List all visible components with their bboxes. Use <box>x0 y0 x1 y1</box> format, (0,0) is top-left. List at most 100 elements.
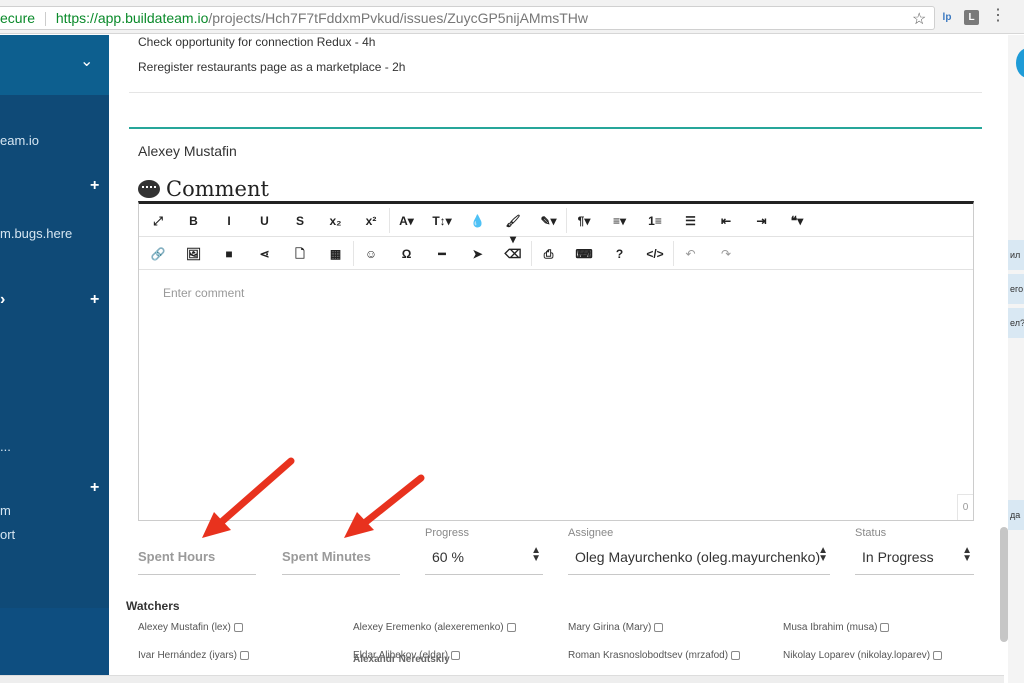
watcher-name: Musa Ibrahim (musa) <box>783 622 878 633</box>
toolbar-button-icon[interactable]: A▾ <box>397 212 417 230</box>
task-item: Check opportunity for connection Redux -… <box>138 35 376 49</box>
comment-bubble-icon <box>138 180 160 198</box>
toolbar-button-icon[interactable]: ≡▾ <box>610 212 630 230</box>
toolbar-button-icon[interactable]: ↶ <box>681 245 701 263</box>
toolbar-button-icon[interactable]: ❝▾ <box>787 212 807 230</box>
status-select[interactable]: Status In Progress ▲ ▼ <box>855 527 974 575</box>
bookmark-star-icon[interactable]: ☆ <box>912 9 926 29</box>
editor-toolbar-row-1: ⤢ B I U Sx₂ x² A▾ T↕▾ 💧 🖌▾ ✎▾ ¶▾ ≡▾ 1≡ ☰ ⇤ ⇥ ❝▾ <box>139 204 973 246</box>
watcher-checkbox[interactable] <box>451 650 461 660</box>
toolbar-button-icon[interactable]: ⤢ <box>148 212 168 230</box>
right-panel <box>1008 35 1024 683</box>
toolbar-button-icon[interactable]: S <box>290 212 310 230</box>
scrollbar-thumb[interactable] <box>1000 527 1008 642</box>
watcher-item[interactable]: Musa Ibrahim (musa) <box>783 622 890 633</box>
browser-toolbar: ecure https://app.buildateam.io/projects… <box>0 0 1024 34</box>
toolbar-button-icon[interactable]: ■ <box>219 245 239 263</box>
toolbar-button-icon[interactable]: ✎▾ <box>539 212 559 230</box>
chat-chip[interactable]: ел? <box>1008 308 1024 338</box>
sidebar-header[interactable]: ⌄ <box>0 35 109 95</box>
select-arrows-icon: ▲ ▼ <box>531 545 541 564</box>
toolbar-button-icon[interactable]: 1≡ <box>645 212 665 230</box>
watcher-item[interactable]: Alexey Mustafin (lex) <box>138 622 243 633</box>
toolbar-separator <box>530 241 532 266</box>
assignee-label: Assignee <box>568 527 614 539</box>
sidebar-item-team[interactable]: eam.io <box>0 133 39 148</box>
toolbar-button-icon[interactable]: 🖌▾ <box>503 212 523 246</box>
toolbar-button-icon[interactable]: x₂ <box>326 212 346 230</box>
status-underline <box>855 574 974 575</box>
plus-icon[interactable]: + <box>90 291 99 309</box>
watcher-item[interactable]: Ivar Hernández (iyars) <box>138 650 249 661</box>
chevron-down-icon[interactable]: ⌄ <box>80 51 93 71</box>
watcher-checkbox[interactable] <box>654 622 664 632</box>
toolbar-button-icon[interactable]: ⎙ <box>539 245 559 263</box>
watcher-item[interactable]: Nikolay Loparev (nikolay.loparev) <box>783 650 943 661</box>
toolbar-button-icon[interactable]: ⇤ <box>716 212 736 230</box>
watcher-item[interactable]: Alexey Eremenko (alexeremenko) <box>353 622 516 633</box>
toolbar-button-icon[interactable]: ━ <box>432 245 452 263</box>
toolbar-button-icon[interactable]: x² <box>361 212 381 230</box>
assignee-value: Oleg Mayurchenko (oleg.mayurchenko) <box>575 549 821 565</box>
progress-value: 60 % <box>432 549 464 565</box>
browser-menu-icon[interactable]: ⋮ <box>990 8 1006 24</box>
url-path: /projects/Hch7F7tFddxmPvkud/issues/ZuycG… <box>208 10 589 26</box>
assignee-select[interactable]: Assignee Oleg Mayurchenko (oleg.mayurche… <box>568 527 830 575</box>
chat-chip[interactable]: его <box>1008 274 1024 304</box>
watcher-checkbox[interactable] <box>880 622 890 632</box>
chat-chip[interactable]: да <box>1008 500 1024 530</box>
toolbar-button-icon[interactable]: ▦ <box>326 245 346 263</box>
toolbar-separator <box>353 241 354 266</box>
toolbar-button-icon[interactable]: ⋖ <box>255 245 275 263</box>
plus-icon[interactable]: + <box>90 479 99 497</box>
toolbar-button-icon[interactable]: ? <box>610 245 630 263</box>
sidebar-item-ort[interactable]: ort <box>0 527 15 542</box>
watcher-checkbox[interactable] <box>233 622 243 632</box>
toolbar-button-icon[interactable]: ☺ <box>361 245 381 263</box>
extension-icon[interactable]: lp <box>938 10 956 26</box>
progress-select[interactable]: Progress 60 % ▲ ▼ <box>425 527 543 575</box>
toolbar-button-icon[interactable]: U <box>255 212 275 230</box>
watcher-checkbox[interactable] <box>933 650 943 660</box>
watcher-item[interactable]: Mary Girina (Mary) <box>568 622 664 633</box>
spent-minutes-field[interactable]: Spent Minutes <box>282 527 400 575</box>
toolbar-button-icon[interactable]: ☰ <box>681 212 701 230</box>
toolbar-button-icon[interactable]: 🖼 <box>184 245 204 263</box>
toolbar-button-icon[interactable]: 🔗 <box>148 245 168 263</box>
chat-chip[interactable]: ил <box>1008 240 1024 270</box>
watcher-name: Nikolay Loparev (nikolay.loparev) <box>783 650 931 661</box>
watcher-checkbox[interactable] <box>239 650 249 660</box>
toolbar-button-icon[interactable]: ⇥ <box>752 212 772 230</box>
toolbar-separator <box>672 241 674 266</box>
toolbar-button-icon[interactable]: T↕▾ <box>432 212 452 230</box>
watcher-checkbox[interactable] <box>731 650 741 660</box>
status-label: Status <box>855 527 887 539</box>
profile-avatar[interactable]: L <box>964 10 979 25</box>
toolbar-button-icon[interactable]: ⌫ <box>503 245 523 263</box>
toolbar-button-icon[interactable]: B <box>184 212 204 230</box>
spent-minutes-input[interactable]: Spent Minutes <box>282 549 371 564</box>
toolbar-button-icon[interactable]: I <box>219 212 239 230</box>
spent-hours-input[interactable]: Spent Hours <box>138 549 215 564</box>
toolbar-button-icon[interactable]: ⌨ <box>574 245 594 263</box>
spent-hours-field[interactable]: Spent Hours <box>138 527 256 575</box>
watcher-item[interactable]: Roman Krasnoslobodtsev (mrzafod) <box>568 650 741 661</box>
address-bar[interactable]: ecure https://app.buildateam.io/projects… <box>0 6 935 30</box>
assignee-underline <box>568 574 830 575</box>
select-arrows-icon: ▲ ▼ <box>818 545 828 564</box>
comment-heading-text: Comment <box>166 177 269 201</box>
toolbar-button-icon[interactable]: </> <box>645 245 665 263</box>
plus-icon[interactable]: + <box>90 177 99 195</box>
comment-input[interactable]: Enter comment <box>163 286 244 300</box>
toolbar-button-icon[interactable]: ¶▾ <box>574 212 594 230</box>
sidebar-item-bugs[interactable]: m.bugs.here <box>0 226 72 241</box>
toolbar-button-icon[interactable]: Ω <box>397 245 417 263</box>
toolbar-button-icon[interactable]: ↷ <box>716 245 736 263</box>
toolbar-button-icon[interactable]: 💧 <box>468 212 488 230</box>
sidebar-item-ellipsis[interactable]: ... <box>0 439 11 454</box>
sidebar-item-m[interactable]: m <box>0 503 11 518</box>
comment-heading: Comment <box>138 177 269 201</box>
toolbar-button-icon[interactable]: 🗋 <box>290 245 310 263</box>
watcher-checkbox[interactable] <box>506 622 516 632</box>
toolbar-button-icon[interactable]: ➤ <box>468 245 488 263</box>
